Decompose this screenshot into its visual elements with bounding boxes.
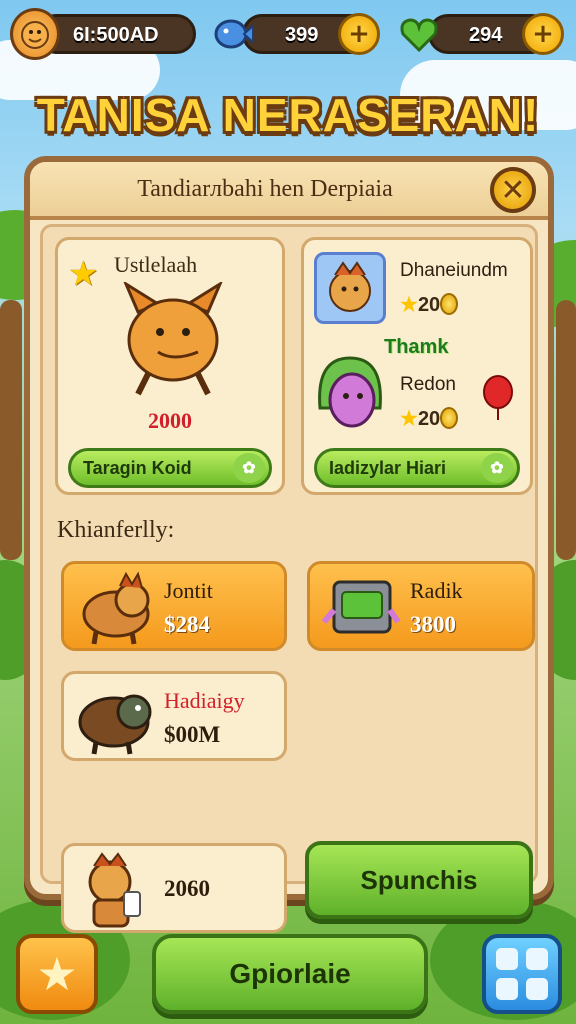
offer-card[interactable]: 2060 (61, 843, 287, 933)
duo-item-2-name: Redon (400, 374, 456, 395)
offer-card[interactable]: Hadiaigy $00M (61, 671, 287, 761)
top-bar: 6I:500AD 399 + 294 + (10, 8, 566, 60)
favorites-button[interactable]: ★ (16, 934, 98, 1014)
coin-icon (440, 293, 459, 315)
close-icon: ✕ (500, 172, 526, 208)
balloon-icon (483, 375, 513, 420)
currency-1-value: 6I:500AD (73, 24, 159, 46)
shop-panel: Tandiarлbahi hen Derpiaia ✕ ★ Ustlelaah … (24, 156, 554, 933)
coin-icon (440, 407, 459, 429)
star-icon: ★ (400, 294, 418, 316)
add-currency-3-button[interactable]: + (522, 13, 564, 55)
close-button[interactable]: ✕ (490, 167, 536, 213)
offer-price: $00M (164, 722, 221, 747)
paw-icon: ✿ (481, 453, 513, 483)
game-title: TANISA NERASERAN! (36, 89, 540, 141)
paw-icon: ✿ (233, 453, 265, 483)
offer-creature-art (88, 852, 141, 928)
star-icon: ★ (36, 947, 78, 1001)
fish-icon (208, 8, 258, 60)
add-currency-2-button[interactable]: + (338, 13, 380, 55)
panel-body: ★ Ustlelaah 2000 Taragin Koid ✿ Dhaneiun… (40, 224, 538, 933)
avatar-icon[interactable] (10, 8, 60, 60)
duo-buy-button[interactable]: Iadizylar Hiari ✿ (314, 448, 520, 488)
offer-price: 3800 (410, 612, 456, 637)
featured-creature-art (123, 282, 223, 396)
section-label: Khianferlly: (57, 517, 175, 543)
offer-creature-art (82, 571, 150, 645)
offer-name: Hadiaigy (164, 688, 245, 713)
play-button[interactable]: Gpiorlaie (152, 934, 428, 1014)
star-icon: ★ (400, 408, 418, 430)
duo-item-1-name: Dhaneiundm (400, 260, 508, 281)
currency-3-value: 294 (469, 24, 503, 46)
offer-price: 2060 (164, 876, 210, 901)
duo-tag: Thamk (384, 336, 449, 358)
offer-name: Jontit (164, 578, 213, 603)
menu-grid-button[interactable] (482, 934, 562, 1014)
plus-icon: + (532, 19, 554, 49)
hero-portrait[interactable] (314, 252, 386, 324)
offer-price: $284 (164, 612, 210, 637)
featured-price: 2000 (148, 408, 192, 433)
panel-title: Tandiarлbahi hen Derpiaia (137, 176, 393, 202)
featured-button-label: Taragin Koid (83, 457, 192, 478)
currency-1-box: 6I:500AD (36, 14, 196, 54)
duo-button-label: Iadizylar Hiari (329, 457, 447, 478)
star-icon: ★ (68, 254, 99, 294)
offer-robot-art (321, 580, 401, 634)
grid-icon (496, 948, 518, 970)
heart-icon (394, 8, 444, 60)
offer-card[interactable]: Radik 3800 (307, 561, 535, 651)
offer-card[interactable]: Jontit $284 (61, 561, 287, 651)
duo-item-1-cost: ★20 (400, 292, 459, 317)
spin-button[interactable]: Spunchis (305, 841, 533, 919)
featured-name: Ustlelaah (114, 252, 198, 277)
plus-icon: + (348, 19, 370, 49)
currency-2-value: 399 (285, 24, 319, 46)
panel-header: Tandiarлbahi hen Derpiaia ✕ (30, 162, 548, 220)
duo-card[interactable]: Dhaneiundm ★20 Thamk Redon ★20 Iadizylar… (301, 237, 533, 495)
duo-item-2-cost: ★20 (400, 406, 459, 431)
featured-card[interactable]: ★ Ustlelaah 2000 Taragin Koid ✿ (55, 237, 285, 495)
creature-2-art (318, 356, 382, 428)
offer-creature-art (78, 694, 152, 755)
offer-name: Radik (410, 578, 463, 603)
featured-buy-button[interactable]: Taragin Koid ✿ (68, 448, 272, 488)
